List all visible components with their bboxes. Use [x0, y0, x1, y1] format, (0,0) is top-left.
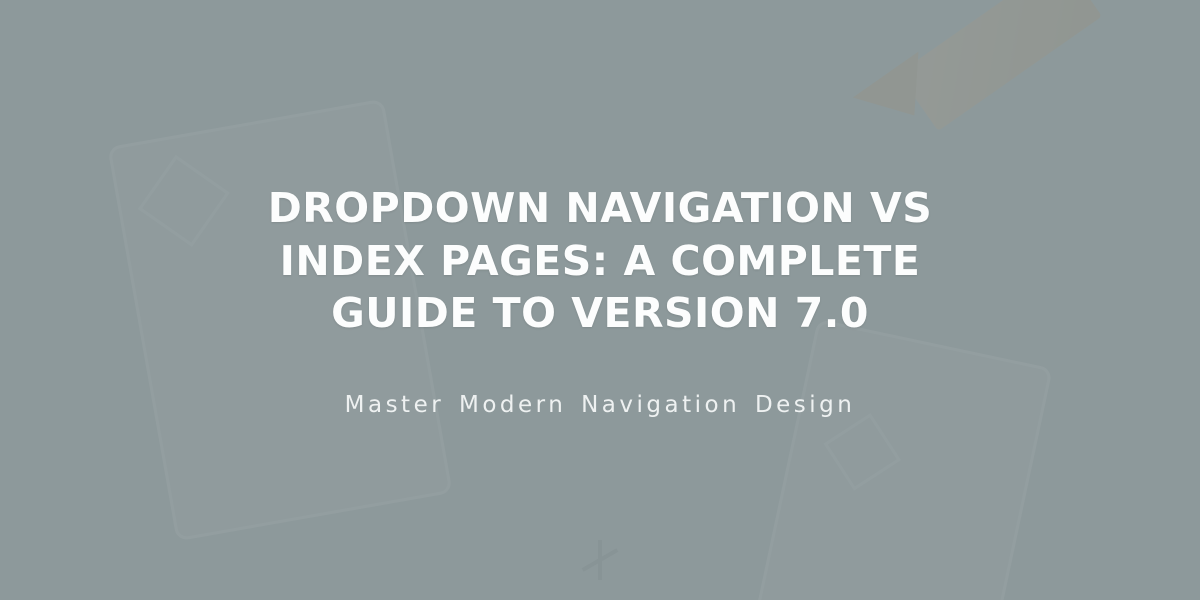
hero-banner: DROPDOWN NAVIGATION VS INDEX PAGES: A CO…	[0, 0, 1200, 600]
page-subtitle: Master Modern Navigation Design	[210, 392, 990, 418]
page-title: DROPDOWN NAVIGATION VS INDEX PAGES: A CO…	[210, 182, 990, 339]
hero-content: DROPDOWN NAVIGATION VS INDEX PAGES: A CO…	[170, 182, 1030, 417]
sparkle-icon	[570, 530, 630, 590]
arrow-illustration	[820, 0, 1120, 140]
